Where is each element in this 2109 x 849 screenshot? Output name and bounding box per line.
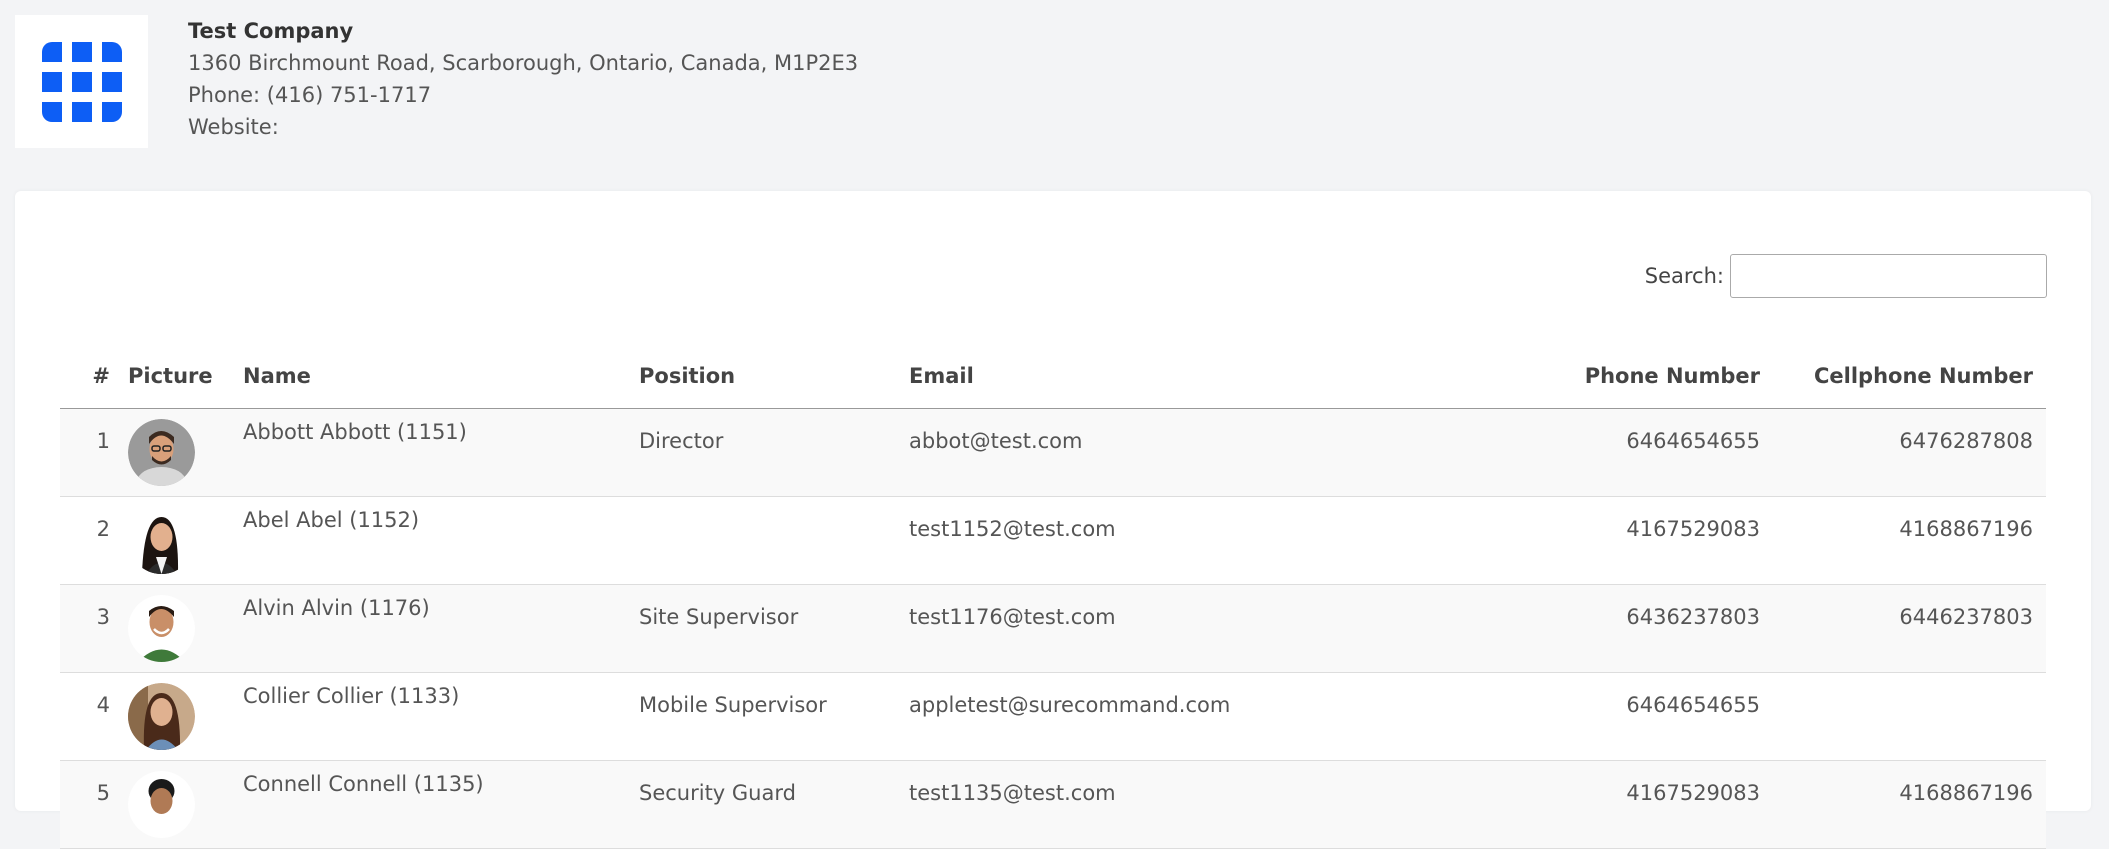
table-row[interactable]: 3 Alvin Alvin (1176) Site Supervisor tes… [60, 585, 2046, 673]
header-email[interactable]: Email [909, 364, 1431, 388]
table-row[interactable]: 5 Connell Connell (1135) Security Guard … [60, 761, 2046, 849]
staff-table: # Picture Name Position Email Phone Numb… [60, 343, 2046, 849]
avatar [128, 507, 195, 574]
row-email: test1152@test.com [909, 517, 1116, 541]
avatar [128, 683, 195, 750]
header-picture[interactable]: Picture [110, 364, 243, 388]
row-phone: 6436237803 [1626, 605, 1760, 629]
grid-logo-icon [41, 41, 122, 122]
header-cellphone[interactable]: Cellphone Number [1760, 364, 2046, 388]
row-cellphone: 6446237803 [1899, 605, 2033, 629]
row-cellphone: 4168867196 [1899, 781, 2033, 805]
row-name[interactable]: Abbott Abbott (1151) [243, 420, 467, 444]
row-email: abbot@test.com [909, 429, 1083, 453]
row-number: 1 [96, 429, 110, 453]
company-phone: Phone: (416) 751-1717 [188, 83, 432, 107]
staff-card: Search: # Picture Name Position Email Ph… [15, 191, 2091, 849]
header-name[interactable]: Name [243, 364, 639, 388]
search-label: Search: [1644, 264, 1724, 288]
row-name[interactable]: Abel Abel (1152) [243, 508, 419, 532]
row-number: 4 [96, 693, 110, 717]
row-email: appletest@surecommand.com [909, 693, 1231, 717]
row-name[interactable]: Collier Collier (1133) [243, 684, 459, 708]
row-email: test1135@test.com [909, 781, 1116, 805]
company-website: Website: [188, 115, 279, 139]
header-position[interactable]: Position [639, 364, 909, 388]
avatar [128, 771, 195, 838]
search-area: Search: [1645, 254, 2047, 298]
row-cellphone: 4168867196 [1899, 517, 2033, 541]
company-address: 1360 Birchmount Road, Scarborough, Ontar… [188, 51, 859, 75]
row-number: 5 [96, 781, 110, 805]
row-position: Site Supervisor [639, 605, 799, 629]
company-info: Test Company 1360 Birchmount Road, Scarb… [188, 15, 858, 143]
row-phone: 4167529083 [1626, 781, 1760, 805]
table-row[interactable]: 1 Abbott Abbott (1151) Director abbot@te… [60, 409, 2046, 497]
header-phone[interactable]: Phone Number [1431, 364, 1760, 388]
table-row[interactable]: 2 Abel Abel (1152) test1152@test.com 416… [60, 497, 2046, 585]
company-header: Test Company 1360 Birchmount Road, Scarb… [0, 0, 2109, 170]
row-email: test1176@test.com [909, 605, 1116, 629]
row-name[interactable]: Alvin Alvin (1176) [243, 596, 430, 620]
row-name[interactable]: Connell Connell (1135) [243, 772, 484, 796]
table-header: # Picture Name Position Email Phone Numb… [60, 343, 2046, 409]
table-row[interactable]: 4 Collier Collier (1133) Mobile Supervis… [60, 673, 2046, 761]
row-phone: 6464654655 [1626, 693, 1760, 717]
search-input[interactable] [1730, 254, 2047, 298]
company-logo [15, 15, 148, 148]
row-phone: 6464654655 [1626, 429, 1760, 453]
row-number: 3 [96, 605, 110, 629]
row-position: Mobile Supervisor [639, 693, 827, 717]
row-cellphone: 6476287808 [1899, 429, 2033, 453]
avatar [128, 595, 195, 662]
header-number[interactable]: # [60, 364, 110, 388]
row-number: 2 [96, 517, 110, 541]
row-phone: 4167529083 [1626, 517, 1760, 541]
avatar [128, 419, 195, 486]
row-position: Security Guard [639, 781, 796, 805]
row-position: Director [639, 429, 724, 453]
company-name: Test Company [188, 19, 354, 43]
